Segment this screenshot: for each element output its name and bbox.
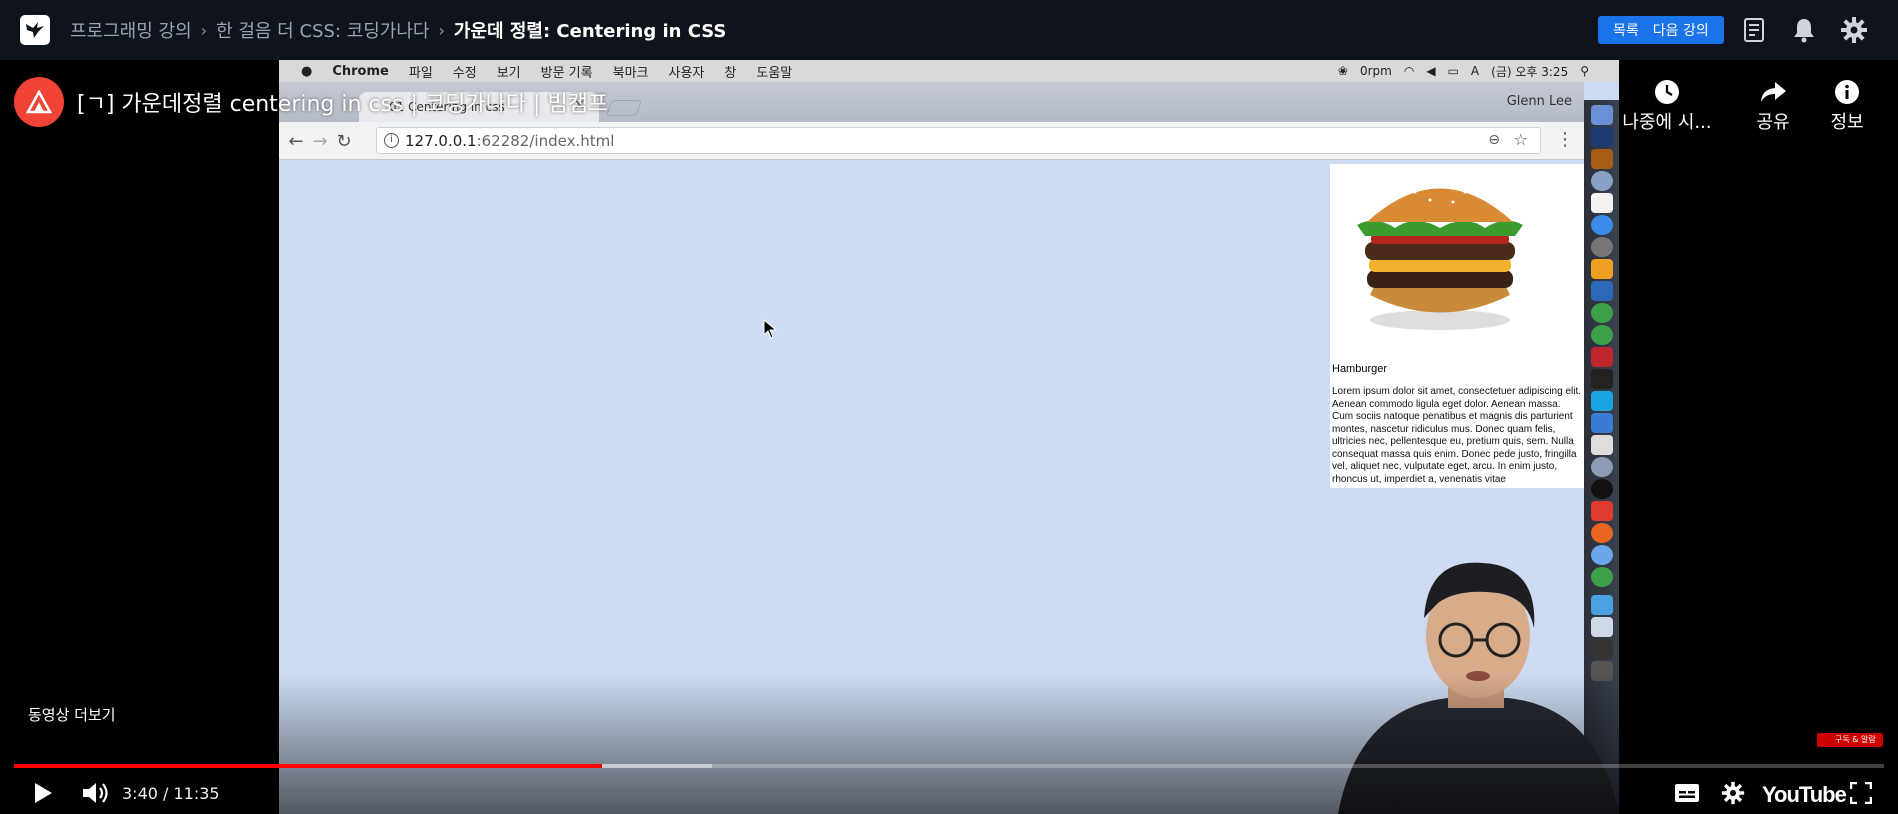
mac-menu-bar: ● Chrome 파일 수정 보기 방문 기록 북마크 사용자 창 도움말 ❀ …: [279, 60, 1619, 82]
watch-later-button[interactable]: 나중에 시...: [1622, 76, 1712, 134]
next-lecture-button[interactable]: 다음 강의: [1646, 20, 1716, 40]
volume-icon: ◀: [1426, 64, 1436, 78]
photoshop-icon: [1591, 127, 1613, 147]
time-current: 3:40: [122, 784, 158, 803]
url-path: :62282/index.html: [476, 131, 615, 150]
time-display: 3:40 / 11:35: [122, 784, 220, 803]
info-label: 정보: [1830, 112, 1864, 133]
fullscreen-icon[interactable]: [1846, 778, 1876, 808]
lecture-nav-buttons: 목록 다음 강의: [1598, 16, 1724, 44]
time-separator: /: [157, 784, 174, 803]
site-logo-icon[interactable]: [20, 15, 50, 45]
skype-icon: [1591, 391, 1613, 411]
card-description: Lorem ipsum dolor sit amet, consectetuer…: [1332, 386, 1582, 485]
chrome-icon: [1591, 303, 1613, 323]
search-icon: ⚲: [1580, 64, 1589, 78]
app-icon: [1591, 435, 1613, 455]
bell-icon[interactable]: [1788, 14, 1820, 46]
wifi-icon: ◠: [1403, 64, 1415, 78]
youtube-logo[interactable]: YouTube: [1762, 782, 1847, 808]
calendar-icon: [1591, 193, 1613, 213]
breadcrumb-item-current: 가운데 정렬: Centering in CSS: [453, 21, 727, 42]
mouse-cursor-icon: [763, 319, 777, 339]
info-button[interactable]: 정보: [1802, 76, 1892, 134]
tasks-icon: [1591, 413, 1613, 433]
input-source: A: [1470, 64, 1480, 78]
address-bar: i 127.0.0.1:62282/index.html ⊖ ☆: [376, 127, 1541, 154]
zoom-out-icon: ⊖: [1488, 132, 1500, 148]
progress-played: [14, 764, 603, 768]
app-icon: [1591, 281, 1613, 301]
battery-icon: ▭: [1447, 64, 1459, 78]
subtitles-icon[interactable]: [1672, 778, 1702, 808]
list-button[interactable]: 목록: [1606, 20, 1646, 40]
chevron-right-icon: ›: [200, 20, 208, 40]
bookmark-star-icon: ☆: [1513, 130, 1528, 149]
finder-icon: [1591, 105, 1613, 125]
hamburger-image: [1357, 183, 1523, 330]
progress-bar[interactable]: [14, 764, 1884, 768]
filezilla-icon: [1591, 347, 1613, 367]
mac-status-area: ❀ 0rpm ◠ ◀ ▭ A (금) 오후 3:25 ⚲: [1338, 60, 1589, 82]
app-icon: [1591, 457, 1613, 477]
video-player[interactable]: ● Chrome 파일 수정 보기 방문 기록 북마크 사용자 창 도움말 ❀ …: [0, 60, 1898, 814]
settings-gear-icon[interactable]: [1718, 778, 1748, 808]
forward-arrow-icon: →: [312, 130, 328, 152]
back-arrow-icon: ←: [288, 130, 304, 152]
mac-menu-item: 수정: [452, 65, 477, 81]
illustrator-icon: [1591, 149, 1613, 169]
acrobat-icon: [1591, 501, 1613, 521]
info-icon: i: [384, 133, 399, 148]
sublime-icon: [1591, 259, 1613, 279]
volume-icon[interactable]: [78, 778, 112, 808]
mac-menu-item: 도움말: [756, 65, 793, 81]
fan-speed: 0rpm: [1359, 64, 1392, 78]
chrome-canary-icon: [1591, 325, 1613, 345]
fan-icon: ❀: [1337, 64, 1348, 78]
new-tab-button: [606, 100, 642, 116]
mac-menu-item: 보기: [496, 65, 521, 81]
browser-menu-icon: ⋮: [1556, 129, 1574, 150]
browser-profile: Glenn Lee: [1506, 94, 1572, 109]
play-icon[interactable]: [28, 778, 58, 808]
breadcrumb: 프로그래밍 강의 › 한 걸음 더 CSS: 코딩가나다 › 가운데 정렬: C…: [70, 0, 726, 60]
browser-toolbar: ← → ↻ i 127.0.0.1:62282/index.html ⊖ ☆ ⋮: [279, 122, 1584, 160]
channel-avatar[interactable]: [14, 77, 64, 127]
info-circle-icon: [1802, 76, 1892, 108]
launchpad-icon: [1591, 171, 1613, 191]
mac-menu-item: 방문 기록: [540, 65, 593, 81]
firefox-icon: [1591, 523, 1613, 543]
url-host: 127.0.0.1: [405, 131, 477, 150]
breadcrumb-item-course[interactable]: 한 걸음 더 CSS: 코딩가나다: [216, 17, 429, 43]
system-prefs-icon: [1591, 237, 1613, 257]
gear-icon[interactable]: [1838, 14, 1870, 46]
github-icon: [1591, 479, 1613, 499]
hamburger-card: Hamburger Lorem ipsum dolor sit amet, co…: [1330, 164, 1584, 488]
app-store-icon: [1591, 215, 1613, 235]
mac-clock: (금) 오후 3:25: [1491, 64, 1569, 79]
apple-icon: ●: [301, 63, 313, 79]
clock-icon: [1622, 76, 1712, 108]
mac-menu-item: 북마크: [612, 65, 649, 81]
reload-icon: ↻: [336, 130, 352, 152]
top-navigation-bar: 프로그래밍 강의 › 한 걸음 더 CSS: 코딩가나다 › 가운데 정렬: C…: [0, 0, 1898, 60]
terminal-icon: [1591, 369, 1613, 389]
chevron-right-icon: ›: [438, 20, 445, 40]
time-total: 11:35: [173, 784, 220, 803]
notes-icon[interactable]: [1738, 14, 1770, 46]
watch-later-label: 나중에 시...: [1622, 112, 1712, 133]
breadcrumb-item-category[interactable]: 프로그래밍 강의: [70, 17, 192, 43]
video-title[interactable]: [ㄱ] 가운데정렬 centering in css | 코딩가나다 | 빔캠프: [77, 86, 608, 118]
mac-menu-item: Chrome: [332, 63, 389, 79]
mac-menu-item: 창: [724, 65, 737, 81]
more-videos-link[interactable]: 동영상 더보기: [28, 704, 116, 725]
card-title: Hamburger: [1332, 363, 1388, 375]
mac-menu-item: 파일: [408, 65, 433, 81]
player-controls: 3:40 / 11:35 YouTube: [0, 772, 1898, 814]
subscribe-badge: 구독 & 알람: [1817, 733, 1883, 747]
mac-menu-item: 사용자: [668, 65, 705, 81]
